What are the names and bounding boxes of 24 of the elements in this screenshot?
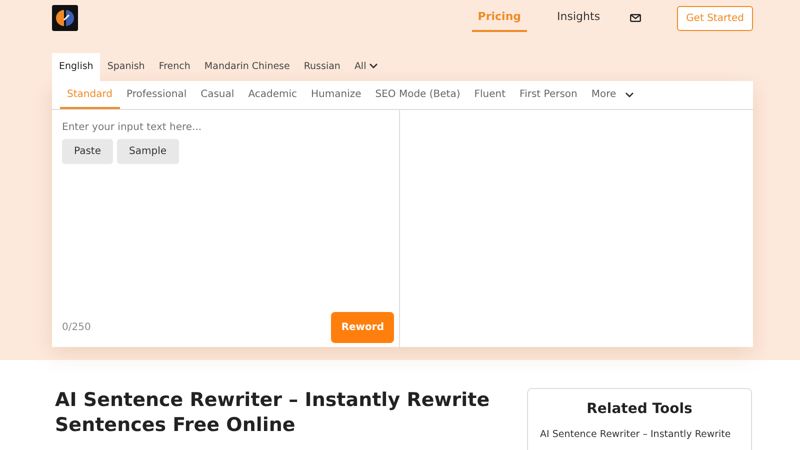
mode-tab[interactable]: More	[584, 81, 624, 110]
language-tab[interactable]: French	[152, 53, 198, 82]
language-tab[interactable]: All	[347, 53, 386, 82]
related-tool-link[interactable]: AI Sentence Rewriter – Instantly Rewrite	[540, 428, 731, 442]
related-tools-heading: Related Tools	[586, 400, 694, 419]
language-tab[interactable]: Spanish	[100, 53, 152, 82]
page-title: AI Sentence Rewriter – Instantly Rewrite Sentences Free Online	[55, 388, 491, 438]
mode-tab[interactable]: Humanize	[304, 81, 368, 110]
logo-icon[interactable]	[52, 5, 78, 31]
language-tab[interactable]: English	[52, 53, 100, 82]
language-tab[interactable]: Russian	[296, 53, 348, 82]
action-button[interactable]: Paste	[62, 139, 113, 164]
nav-link[interactable]: Insights	[551, 5, 606, 32]
mail-icon[interactable]	[630, 14, 642, 22]
input-field[interactable]: Enter your input text here...	[52, 110, 399, 140]
language-tab[interactable]: Mandarin Chinese	[197, 53, 297, 82]
mode-tab[interactable]: Casual	[194, 81, 242, 110]
mode-tab[interactable]: Professional	[120, 81, 194, 110]
mode-tab[interactable]: Academic	[241, 81, 304, 110]
mode-tab[interactable]: Fluent	[467, 81, 513, 110]
action-button[interactable]: Sample	[117, 139, 178, 164]
mode-tab[interactable]: First Person	[512, 81, 584, 110]
mode-tab[interactable]: SEO Mode (Beta)	[368, 81, 468, 110]
character-counter: 0/250	[62, 321, 91, 336]
